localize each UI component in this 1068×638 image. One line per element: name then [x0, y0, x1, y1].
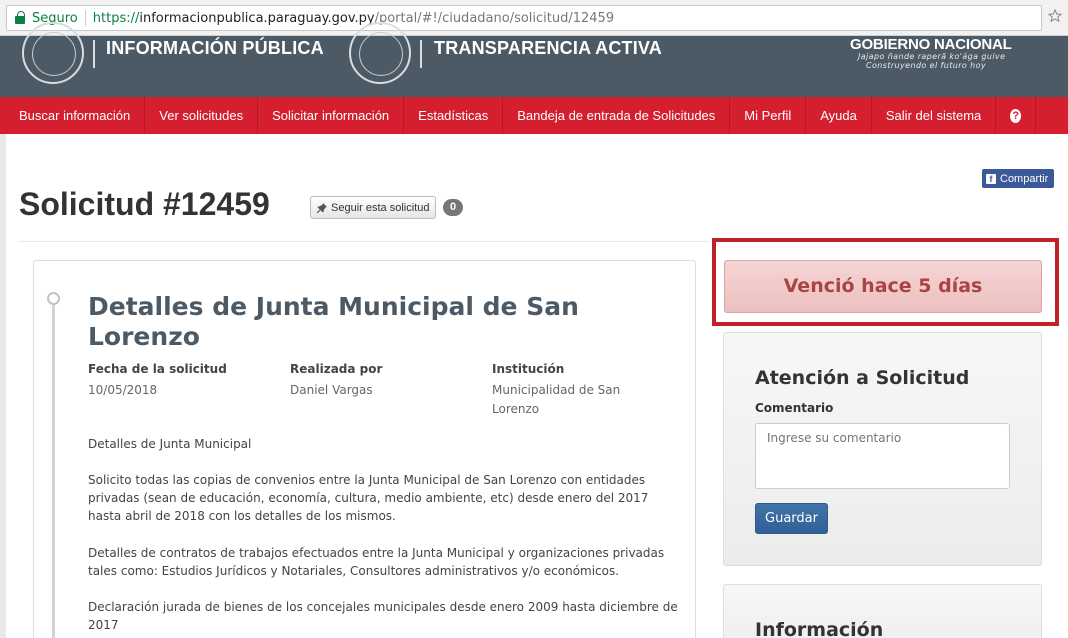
details-paragraph: Declaración jurada de bienes de los conc…	[88, 600, 678, 632]
details-paragraph: Detalles de contratos de trabajos efectu…	[88, 546, 665, 578]
brand-informacion-publica[interactable]: INFORMACIÓN PÚBLICA	[106, 38, 324, 59]
seal-left-icon	[22, 22, 84, 84]
page-frame-edge	[0, 134, 6, 638]
gov-tagline-spanish: Construyendo el futuro hoy	[866, 61, 987, 70]
site-header: INFORMACIÓN PÚBLICA TRANSPARENCIA ACTIVA…	[0, 22, 1068, 97]
seal-right-icon	[349, 22, 411, 84]
main-nav: Buscar información Ver solicitudes Solic…	[0, 97, 1068, 134]
gov-tagline-guarani: Jajapo ñande raperã ko'ága guive	[858, 52, 1006, 61]
share-button[interactable]: f Compartir	[982, 169, 1055, 188]
url-host: informacionpublica.paraguay.gov.py	[139, 10, 375, 26]
bookmark-star-icon[interactable]	[1048, 9, 1062, 23]
requester-value: Daniel Vargas	[290, 383, 373, 397]
nav-buscar-informacion[interactable]: Buscar información	[0, 97, 146, 134]
comment-label: Comentario	[755, 401, 834, 415]
browser-address-bar: Seguro https:// informacionpublica.parag…	[0, 0, 1068, 36]
institution-value: Municipalidad de San Lorenzo	[492, 383, 621, 416]
header-divider	[420, 40, 422, 68]
nav-salir-del-sistema[interactable]: Salir del sistema	[872, 97, 997, 134]
address-separator	[84, 10, 86, 26]
pushpin-icon	[316, 202, 327, 213]
title-divider	[19, 241, 709, 242]
date-value: 10/05/2018	[88, 383, 158, 397]
nav-estadisticas[interactable]: Estadísticas	[404, 97, 504, 134]
followers-count-badge: 0	[443, 199, 463, 216]
details-title: Detalles de Junta Municipal de San Loren…	[88, 292, 579, 351]
brand-transparencia-activa[interactable]: TRANSPARENCIA ACTIVA	[434, 38, 662, 59]
comment-textarea[interactable]	[755, 423, 1010, 489]
nav-help-button[interactable]: ?	[996, 97, 1037, 134]
url-path: /portal/#!/ciudadano/solicitud/12459	[374, 10, 615, 26]
nav-bandeja-de-entrada[interactable]: Bandeja de entrada de Solicitudes	[503, 97, 731, 134]
lock-icon	[15, 11, 25, 24]
help-icon: ?	[1010, 108, 1022, 123]
nav-ver-solicitudes[interactable]: Ver solicitudes	[145, 97, 259, 134]
nav-solicitar-informacion[interactable]: Solicitar información	[258, 97, 405, 134]
institution-label: Institución	[492, 362, 565, 376]
follow-label: Seguir esta solicitud	[331, 201, 430, 214]
facebook-icon: f	[986, 173, 996, 184]
nav-mi-perfil[interactable]: Mi Perfil	[730, 97, 807, 134]
timeline-dot-icon	[47, 292, 60, 305]
information-panel-title: Información	[755, 619, 884, 638]
url-scheme: https://	[92, 10, 140, 26]
url-field[interactable]: Seguro https:// informacionpublica.parag…	[6, 5, 1042, 31]
follow-request-button[interactable]: Seguir esta solicitud	[310, 196, 437, 219]
gov-logo-text: GOBIERNO NACIONAL	[850, 36, 1012, 53]
details-paragraph: Solicito todas las copias de convenios e…	[88, 473, 649, 523]
attention-panel-title: Atención a Solicitud	[755, 367, 970, 389]
details-paragraph: Detalles de Junta Municipal	[88, 437, 252, 451]
nav-ayuda[interactable]: Ayuda	[806, 97, 872, 134]
share-label: Compartir	[1000, 172, 1049, 185]
timeline-line	[52, 305, 55, 638]
header-divider	[93, 40, 95, 68]
requester-label: Realizada por	[290, 362, 383, 376]
date-label: Fecha de la solicitud	[88, 362, 227, 376]
save-button[interactable]: Guardar	[755, 503, 828, 534]
page-title: Solicitud #12459	[19, 186, 270, 222]
expired-status-alert: Venció hace 5 días	[724, 260, 1042, 313]
